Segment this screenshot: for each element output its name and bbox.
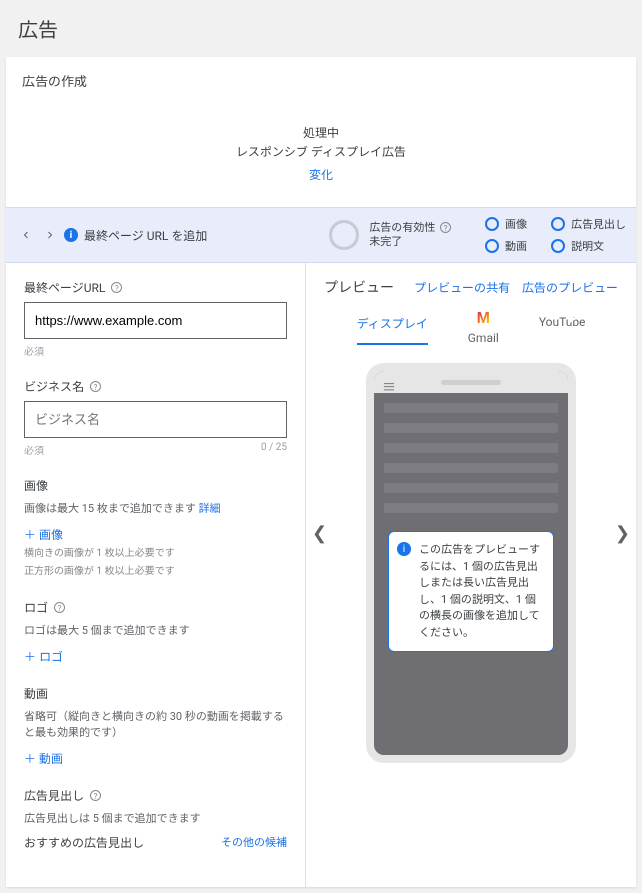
prev-step-button[interactable] [16,225,36,245]
business-name-input[interactable] [24,401,287,438]
strength-value: 未完了 [369,235,402,248]
status-ad-type: レスポンシブ ディスプレイ広告 [6,143,636,160]
menu-icon: ≡ [382,377,396,397]
add-video-button[interactable]: ＋ 動画 [24,750,63,767]
editor-area: 最終ページURL ? 必須 ビジネス名 ? 必須 0 / 25 [6,263,636,887]
help-icon[interactable]: ? [111,282,122,293]
tab-display[interactable]: ディスプレイ [357,311,428,345]
asset-descriptions[interactable]: 説明文 [551,238,626,254]
status-processing: 処理中 [6,124,636,141]
logo-label: ロゴ [24,599,48,616]
page-title: 広告 [0,0,642,57]
tab-youtube-label: YouTube [539,315,586,329]
current-step-text: 最終ページ URL を追加 [84,227,207,244]
final-url-required: 必須 [24,343,44,358]
preview-next-button[interactable]: ❯ [615,523,630,544]
video-sub: 省略可（縦向きと横向きの約 30 秒の動画を掲載すると最も効果的です） [24,708,287,740]
images-group: 画像 画像は最大 15 枚まで追加できます 詳細 ＋ 画像 横向きの画像が 1 … [24,477,287,579]
headline-label: 広告見出し [24,787,84,804]
final-url-label: 最終ページURL [24,279,105,296]
gmail-icon: M [468,311,499,327]
preview-prev-button[interactable]: ❮ [312,523,327,544]
images-note-1: 横向きの画像が 1 枚以上必要です [24,547,287,561]
help-icon[interactable]: ? [90,381,101,392]
images-detail-link[interactable]: 詳細 [199,502,221,515]
final-url-input[interactable] [24,302,287,339]
ad-create-card: 広告の作成 処理中 レスポンシブ ディスプレイ広告 変化 i 最終ページ URL… [6,57,636,887]
tab-gmail[interactable]: M Gmail [468,311,499,345]
tab-gmail-label: Gmail [468,331,499,345]
suggested-headline-label: おすすめの広告見出し [24,836,144,850]
help-icon[interactable]: ? [90,790,101,801]
logo-sub: ロゴは最大 5 個まで追加できます [24,622,287,638]
share-preview-link[interactable]: プレビューの共有 [414,279,510,296]
phone-top-bar: ≡ [374,371,568,393]
business-required: 必須 [24,442,44,457]
callout-text: この広告をプレビューするには、1 個の広告見出しまたは長い広告見出し、1 個の説… [419,543,540,639]
phone-speaker-icon [441,380,501,385]
step-bar: i 最終ページ URL を追加 広告の有効性 ? 未完了 画像 広告見出し 動画… [6,207,636,263]
asset-images[interactable]: 画像 [485,216,527,232]
images-note-2: 正方形の画像が 1 枚以上必要です [24,565,287,579]
info-icon: i [397,542,411,556]
status-block: 処理中 レスポンシブ ディスプレイ広告 変化 [6,104,636,207]
card-title: 広告の作成 [6,57,636,104]
other-candidates-link[interactable]: その他の候補 [221,834,287,850]
preview-tabs: ディスプレイ M Gmail YouTube [324,311,618,345]
asset-headlines[interactable]: 広告見出し [551,216,626,232]
preview-instruction-callout: i この広告をプレビューするには、1 個の広告見出しまたは長い広告見出し、1 個… [388,531,554,652]
preview-column: プレビュー プレビューの共有 広告のプレビュー ディスプレイ M Gmail Y [306,263,636,887]
placeholder-lines [374,403,568,513]
business-label: ビジネス名 [24,378,84,395]
form-column: 最終ページURL ? 必須 ビジネス名 ? 必須 0 / 25 [6,263,306,887]
ad-strength: 広告の有効性 ? 未完了 画像 広告見出し 動画 説明文 [329,216,626,254]
business-counter: 0 / 25 [261,442,287,457]
next-step-button[interactable] [40,225,60,245]
images-label: 画像 [24,477,48,494]
tab-display-label: ディスプレイ [357,317,428,331]
help-icon[interactable]: ? [440,222,451,233]
final-url-group: 最終ページURL ? 必須 [24,279,287,358]
logo-group: ロゴ ? ロゴは最大 5 個まで追加できます ＋ ロゴ [24,599,287,665]
headline-sub: 広告見出しは 5 個まで追加できます [24,810,287,826]
asset-videos[interactable]: 動画 [485,238,527,254]
add-logo-button[interactable]: ＋ ロゴ [24,648,63,665]
phone-preview: ≡ i この広告をプレビューするには、1 個の広告見出しまたは長い広告見出し、1… [366,363,576,763]
add-image-button[interactable]: ＋ 画像 [24,526,63,543]
images-sub: 画像は最大 15 枚まで追加できます [24,502,196,515]
tab-youtube[interactable]: YouTube [539,311,586,345]
ad-preview-link[interactable]: 広告のプレビュー [522,279,618,296]
strength-ring-icon [329,220,359,250]
status-change-link[interactable]: 変化 [309,166,333,183]
help-icon[interactable]: ? [54,602,65,613]
headline-group: 広告見出し ? 広告見出しは 5 個まで追加できます おすすめの広告見出し その… [24,787,287,851]
preview-title: プレビュー [324,277,394,297]
video-group: 動画 省略可（縦向きと横向きの約 30 秒の動画を掲載すると最も効果的です） ＋… [24,685,287,767]
business-name-group: ビジネス名 ? 必須 0 / 25 [24,378,287,457]
strength-label: 広告の有効性 [369,221,435,234]
info-icon: i [64,228,78,242]
